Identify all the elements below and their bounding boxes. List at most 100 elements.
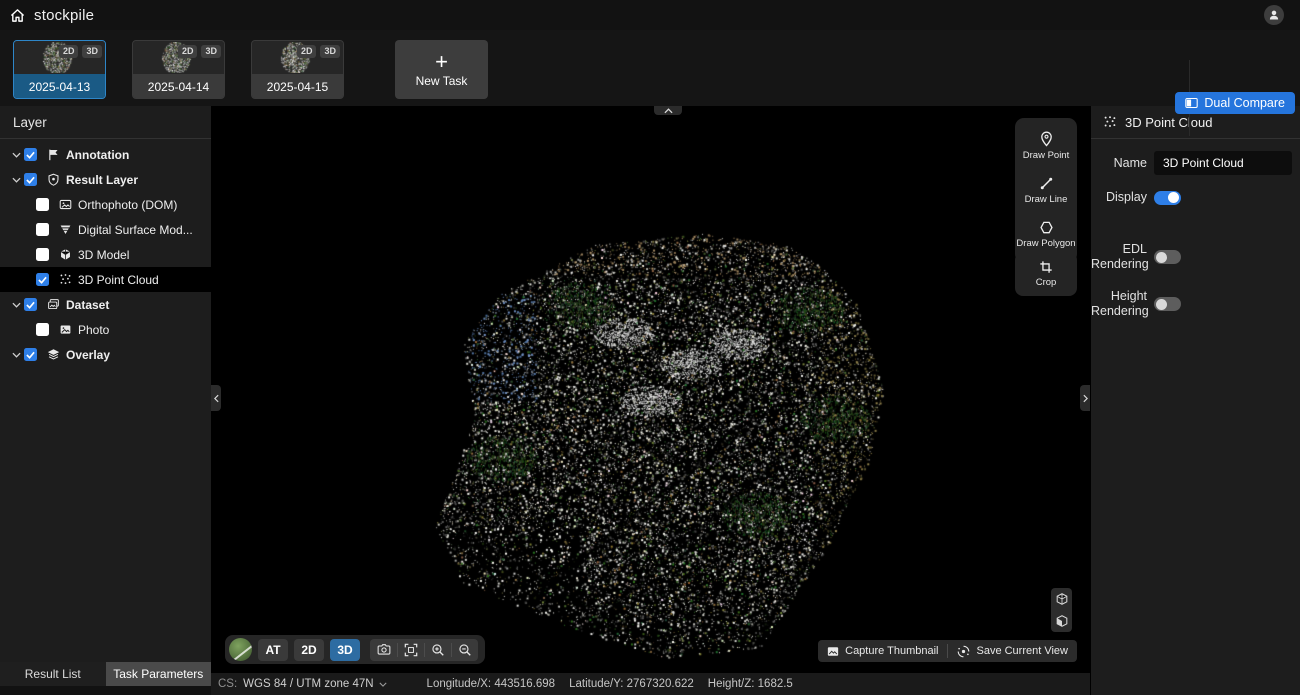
mode-2d-button[interactable]: 2D: [294, 639, 324, 661]
dataset-icon: [46, 298, 61, 311]
task-card-2025-04-15[interactable]: 2D 3D 2025-04-15: [251, 40, 344, 99]
height-readout: Height/Z: 1682.5: [708, 678, 793, 690]
camera-icon[interactable]: [370, 639, 397, 661]
cs-selector[interactable]: WGS 84 / UTM zone 47N: [243, 678, 386, 690]
point-cloud-icon: [58, 273, 73, 286]
task-strip: 2D 3D 2025-04-13 2D 3D 2025-04-14: [0, 30, 1300, 106]
crop-button[interactable]: Crop: [1015, 257, 1077, 290]
user-avatar[interactable]: [1264, 5, 1284, 25]
collapse-right-panel-handle[interactable]: [1080, 385, 1090, 411]
badge-3d: 3D: [201, 45, 221, 58]
tree-row-annotation[interactable]: Annotation: [0, 142, 211, 167]
tree-row-dataset[interactable]: Dataset: [0, 292, 211, 317]
basemap-thumbnail[interactable]: [229, 638, 252, 661]
cube-solid-icon[interactable]: [1055, 614, 1069, 628]
brand[interactable]: stockpile: [10, 7, 94, 24]
task-thumbnail: 2D 3D: [133, 41, 224, 74]
display-toggle[interactable]: [1154, 191, 1181, 205]
crop-panel: Crop: [1015, 252, 1077, 296]
tree-row-result-layer[interactable]: Result Layer: [0, 167, 211, 192]
point-cloud-render[interactable]: [211, 106, 1090, 673]
checkbox[interactable]: [24, 148, 37, 161]
edl-rendering-toggle[interactable]: [1154, 250, 1181, 264]
height-rendering-toggle[interactable]: [1154, 297, 1181, 311]
home-icon[interactable]: [10, 8, 25, 23]
name-input[interactable]: [1154, 151, 1292, 175]
photo-icon: [58, 323, 73, 336]
badge-3d: 3D: [320, 45, 340, 58]
tree-row-overlay[interactable]: Overlay: [0, 342, 211, 367]
checkbox[interactable]: [36, 223, 49, 236]
checkbox[interactable]: [24, 298, 37, 311]
draw-point-button[interactable]: Draw Point: [1015, 124, 1077, 169]
tree-row-3d-point-cloud[interactable]: 3D Point Cloud: [0, 267, 211, 292]
collapse-left-panel-handle[interactable]: [211, 385, 221, 411]
crop-icon: [1039, 260, 1053, 274]
zoom-in-icon[interactable]: [424, 639, 451, 661]
capture-thumbnail-button[interactable]: Capture Thumbnail: [818, 640, 947, 662]
cube-wireframe-icon[interactable]: [1055, 592, 1069, 606]
cube-view-panel: [1051, 588, 1072, 632]
tab-result-list[interactable]: Result List: [0, 662, 106, 686]
tree-row-photo[interactable]: Photo: [0, 317, 211, 342]
chevron-up-icon: [664, 108, 673, 114]
save-current-view-label: Save Current View: [976, 645, 1068, 657]
chevron-down-icon: [379, 682, 387, 687]
mode-at-button[interactable]: AT: [258, 639, 288, 661]
checkbox[interactable]: [36, 323, 49, 336]
layer-tree: Annotation Result Layer Orthophoto (DOM)…: [0, 139, 211, 367]
dual-compare-button[interactable]: Dual Compare: [1175, 92, 1295, 114]
tree-row-digital-surface-model[interactable]: Digital Surface Mod...: [0, 217, 211, 242]
dual-compare-icon: [1185, 97, 1198, 109]
tab-task-parameters[interactable]: Task Parameters: [106, 662, 212, 686]
checkbox[interactable]: [36, 198, 49, 211]
viewer-toolbar: AT 2D 3D: [225, 635, 485, 664]
cs-value: WGS 84 / UTM zone 47N: [243, 678, 373, 690]
checkbox[interactable]: [24, 348, 37, 361]
plus-icon: +: [435, 52, 448, 72]
height-rendering-row: HeightRendering: [1091, 289, 1300, 319]
task-card-2025-04-13[interactable]: 2D 3D 2025-04-13: [13, 40, 106, 99]
draw-tools-panel: Draw Point Draw Line Draw Polygon: [1015, 118, 1077, 263]
task-card-2025-04-14[interactable]: 2D 3D 2025-04-14: [132, 40, 225, 99]
new-task-label: New Task: [416, 74, 468, 88]
properties-title: 3D Point Cloud: [1125, 115, 1212, 130]
draw-polygon-button[interactable]: Draw Polygon: [1015, 213, 1077, 257]
zoom-out-icon[interactable]: [451, 639, 478, 661]
chevron-down-icon[interactable]: [8, 352, 24, 358]
model-icon: [58, 248, 73, 261]
layer-panel: Layer Annotation Result Layer Orthophoto…: [0, 106, 211, 662]
badge-3d: 3D: [82, 45, 102, 58]
edl-rendering-label: EDLRendering: [1091, 242, 1147, 272]
viewer-canvas-area[interactable]: Draw Point Draw Line Draw Polygon Crop: [211, 106, 1090, 673]
mode-3d-button[interactable]: 3D: [330, 639, 360, 661]
longitude-readout: Longitude/X: 443516.698: [427, 678, 556, 690]
chevron-down-icon[interactable]: [8, 152, 24, 158]
layer-label: Digital Surface Mod...: [78, 223, 193, 237]
fit-view-icon[interactable]: [397, 639, 424, 661]
thumbnail-icon: [827, 646, 839, 657]
latitude-readout: Latitude/Y: 2767320.622: [569, 678, 694, 690]
tool-label: Draw Point: [1023, 150, 1069, 161]
draw-line-button[interactable]: Draw Line: [1015, 169, 1077, 213]
layer-label: Orthophoto (DOM): [78, 198, 177, 212]
checkbox[interactable]: [36, 273, 49, 286]
checkbox[interactable]: [24, 173, 37, 186]
image-icon: [58, 198, 73, 211]
display-label: Display: [1091, 190, 1147, 205]
new-task-button[interactable]: + New Task: [395, 40, 488, 99]
tree-row-3d-model[interactable]: 3D Model: [0, 242, 211, 267]
layer-label: Annotation: [66, 148, 129, 162]
checkbox[interactable]: [36, 248, 49, 261]
chevron-down-icon[interactable]: [8, 177, 24, 183]
cs-label: CS:: [218, 678, 237, 690]
name-label: Name: [1091, 156, 1147, 171]
collapse-taskbar-handle[interactable]: [654, 106, 682, 115]
app-title: stockpile: [34, 7, 94, 24]
capture-thumbnail-label: Capture Thumbnail: [845, 645, 938, 657]
view-icon-group: [370, 639, 478, 661]
chevron-down-icon[interactable]: [8, 302, 24, 308]
tool-label: Crop: [1036, 277, 1057, 288]
tree-row-orthophoto[interactable]: Orthophoto (DOM): [0, 192, 211, 217]
save-current-view-button[interactable]: Save Current View: [948, 640, 1077, 662]
